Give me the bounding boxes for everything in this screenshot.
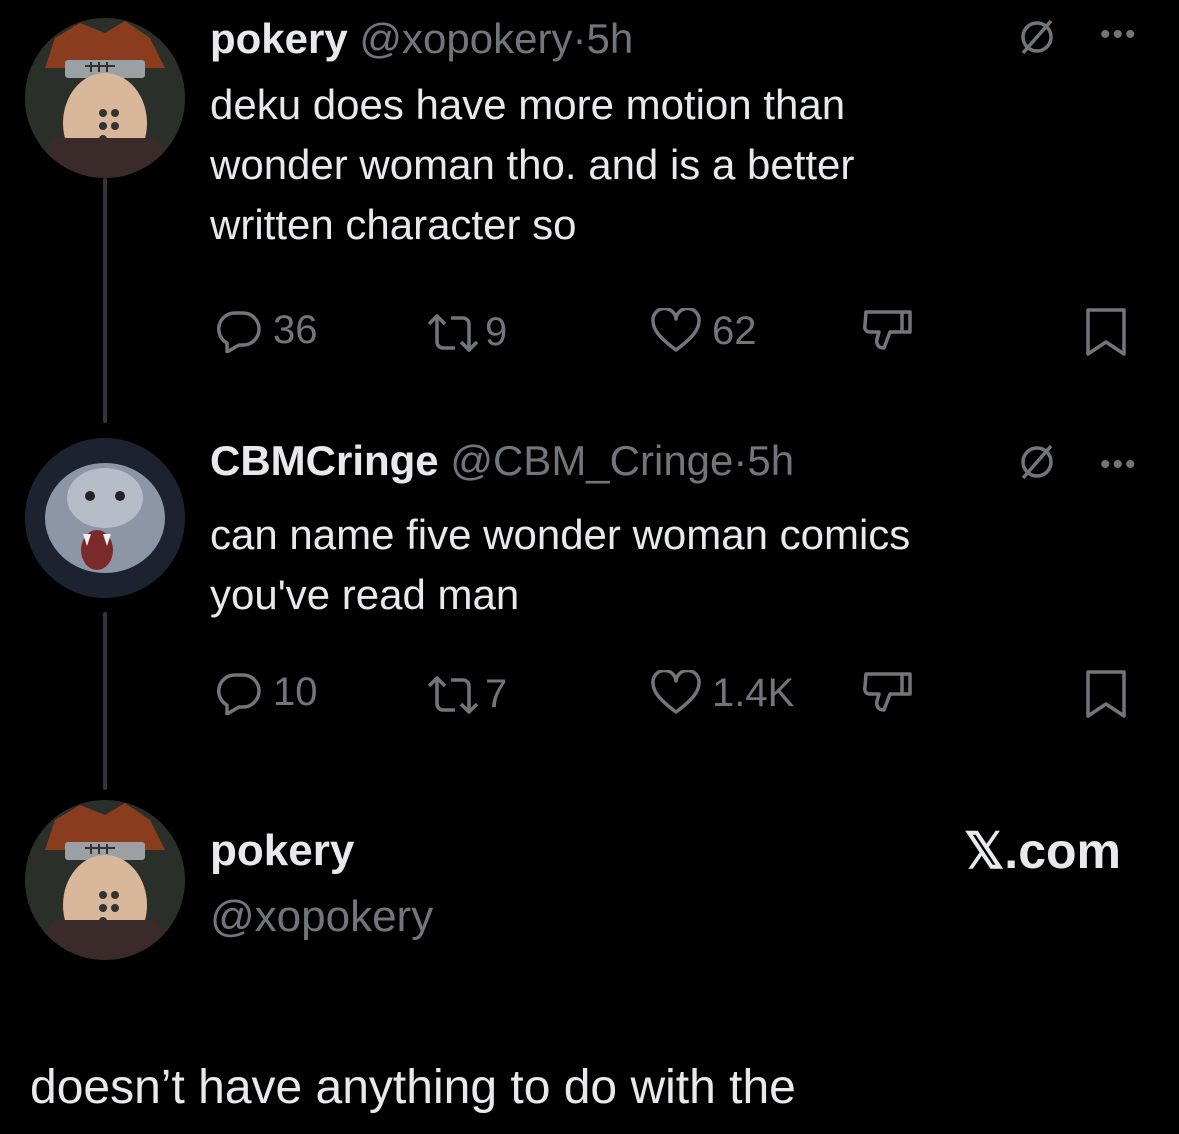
retweet-count: 7 [485,672,508,716]
separator: · [572,15,587,62]
bookmark-icon [1083,306,1129,358]
reply-icon [215,671,263,715]
user-handle[interactable]: @CBM_Cringe [450,437,733,484]
like-count: 1.4K [712,670,795,715]
like-icon [650,670,702,716]
block-icon[interactable] [1015,440,1059,484]
separator: · [733,437,748,484]
x-com-brand: 𝕏.com [964,823,1121,879]
user-handle[interactable]: @xopokery [210,892,433,942]
display-name[interactable]: pokery [210,15,348,62]
avatar-cbmcringe[interactable] [25,438,185,598]
tweet-line: wonder woman tho. and is a better [210,141,855,188]
like-count: 62 [712,308,757,353]
display-name[interactable]: CBMCringe [210,437,439,484]
reply-count: 36 [273,308,318,352]
block-icon[interactable] [1015,15,1059,59]
like-button[interactable]: 62 [650,308,757,354]
reply-count: 10 [273,670,318,714]
tweet-header: CBMCringe @CBM_Cringe·5h [210,440,794,482]
timestamp[interactable]: 5h [586,15,633,62]
thread-line [103,178,107,423]
reply-button[interactable]: 36 [215,308,318,353]
bookmark-button[interactable] [1083,306,1129,358]
tweet-header: pokery @xopokery·5h [210,18,633,60]
draft-text: doesn’t have anything to do with the [30,1061,796,1114]
like-icon [650,308,702,354]
retweet-button[interactable]: 9 [425,310,507,355]
dislike-button[interactable] [860,306,916,356]
thread-line [103,612,107,790]
tweet-line: you've read man [210,571,520,618]
retweet-icon [425,674,481,716]
reply-button[interactable]: 10 [215,670,318,715]
reply-icon [215,309,263,353]
tweet-text: deku does have more motion than wonder w… [210,75,854,255]
like-button[interactable]: 1.4K [650,670,794,716]
tweet-text: can name five wonder woman comics you've… [210,505,910,625]
display-name[interactable]: pokery [210,826,354,876]
dislike-icon [860,668,916,718]
more-icon[interactable]: ••• [1100,450,1138,480]
retweet-button[interactable]: 7 [425,672,507,717]
tweet-line: deku does have more motion than [210,81,846,128]
user-handle[interactable]: @xopokery [359,15,572,62]
avatar-pokery[interactable] [25,18,185,178]
dislike-icon [860,306,916,356]
avatar-pokery[interactable] [25,800,185,960]
bookmark-button[interactable] [1083,668,1129,720]
bookmark-icon [1083,668,1129,720]
dislike-button[interactable] [860,668,916,718]
retweet-icon [425,312,481,354]
more-icon[interactable]: ••• [1100,20,1138,50]
timestamp[interactable]: 5h [747,437,794,484]
tweet-line: written character so [210,201,577,248]
tweet-line: can name five wonder woman comics [210,511,911,558]
retweet-count: 9 [485,310,508,354]
